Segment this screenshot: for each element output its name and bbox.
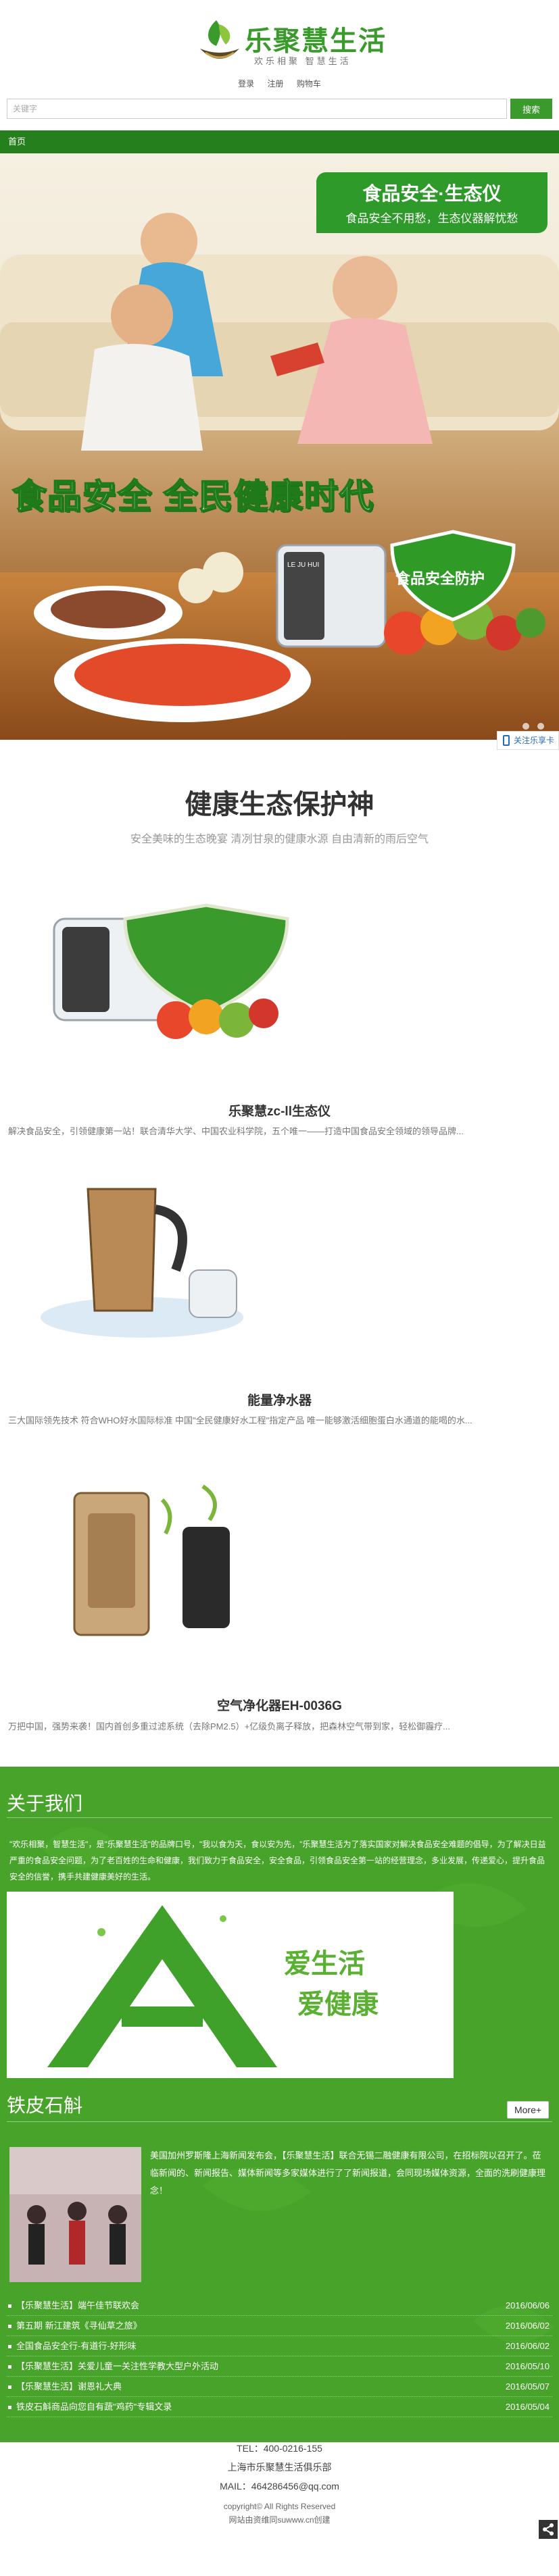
bullet-icon bbox=[8, 2325, 11, 2328]
news-item-title: 【乐聚慧生活】关爱儿童一关注性学教大型户外活动 bbox=[16, 2361, 219, 2371]
news-item-date: 2016/05/07 bbox=[505, 2381, 550, 2392]
news-item-date: 2016/06/02 bbox=[505, 2341, 550, 2351]
more-button[interactable]: More+ bbox=[507, 2101, 549, 2119]
banner-tag-subtitle: 食品安全不用愁，生态仪器解忧愁 bbox=[345, 212, 518, 225]
news-item[interactable]: 【乐聚慧生活】端午佳节联欢会 2016/06/06 bbox=[7, 2296, 552, 2316]
footer-org: 上海市乐聚慧生活俱乐部 bbox=[227, 2462, 332, 2473]
about-title: 关于我们 bbox=[7, 1793, 83, 1814]
search-input[interactable] bbox=[7, 99, 507, 119]
footer-mail: MAIL：464286456@qq.com bbox=[220, 2481, 339, 2492]
about-image: 爱生活 爱健康 bbox=[7, 1892, 454, 2078]
about-image-text-1: 爱生活 bbox=[284, 1949, 365, 1979]
news-item[interactable]: 全国食品安全行-有道行-好形味 2016/06/02 bbox=[7, 2336, 552, 2356]
news-item-date: 2016/05/10 bbox=[505, 2361, 550, 2371]
footer-credit[interactable]: 网站由资维同suwww.cn创建 bbox=[0, 2513, 559, 2527]
share-icon[interactable] bbox=[539, 2520, 558, 2539]
leaf-bowl-icon bbox=[200, 20, 239, 59]
footer-tel: TEL：400-0216-155 bbox=[237, 2443, 322, 2454]
product-desc: 解决食品安全，引领健康第一站！联合清华大学、中国农业科学院，五个唯一——打造中国… bbox=[8, 1126, 464, 1136]
register-link[interactable]: 注册 bbox=[267, 79, 283, 89]
follow-widget[interactable]: 关注乐享卡 bbox=[497, 731, 559, 750]
logo-tagline: 欢乐相聚 智慧生活 bbox=[254, 56, 351, 66]
nav-home[interactable]: 首页 bbox=[0, 130, 559, 153]
login-link[interactable]: 登录 bbox=[238, 79, 254, 89]
search-button[interactable]: 搜索 bbox=[510, 99, 552, 119]
hero-banner[interactable]: LE JU HUI 食品安全·生态仪 食品安全不用愁，生态仪器解忧愁 食品安全 … bbox=[0, 153, 559, 740]
bullet-icon bbox=[8, 2304, 11, 2308]
news-lead-text[interactable]: 美国加州罗斯隆上海新闻发布会，【乐聚慧生活】联合无锡二融健康有限公司，在招标院以… bbox=[150, 2147, 549, 2200]
bullet-icon bbox=[8, 2406, 11, 2409]
products-section-title: 健康生态保护神 bbox=[185, 790, 374, 819]
logo[interactable]: 乐聚慧生活 欢乐相聚 智慧生活 bbox=[196, 15, 385, 76]
divider bbox=[7, 2121, 552, 2122]
news-item[interactable]: 铁皮石斛商品向您自有蔬"鸡药"专辑文录 2016/05/04 bbox=[7, 2397, 552, 2417]
news-item-title: 【乐聚慧生活】谢恩礼大典 bbox=[16, 2381, 122, 2392]
bullet-icon bbox=[8, 2345, 11, 2348]
bullet-icon bbox=[8, 2365, 11, 2369]
product-image-water-purifier[interactable] bbox=[41, 1176, 270, 1344]
device-label: LE JU HUI bbox=[287, 561, 319, 569]
product-name[interactable]: 乐聚慧zc-ll生态仪 bbox=[0, 1101, 559, 1119]
product-desc: 三大国际领先技术 符合WHO好水国际标准 中国"全民健康好水工程"指定产品 唯一… bbox=[8, 1415, 472, 1425]
news-title: 铁皮石斛 bbox=[7, 2095, 83, 2116]
news-item-title: 铁皮石斛商品向您自有蔬"鸡药"专辑文录 bbox=[16, 2402, 172, 2412]
footer: TEL：400-0216-155 上海市乐聚慧生活俱乐部 MAIL：464286… bbox=[0, 2439, 559, 2527]
banner-slogan: 食品安全 全民健康时代 bbox=[11, 477, 374, 516]
top-links: 登录 注册 购物车 bbox=[0, 78, 559, 89]
follow-label: 关注乐享卡 bbox=[514, 736, 555, 745]
divider bbox=[7, 1817, 552, 1818]
about-illustration: 爱生活 爱健康 bbox=[7, 1892, 454, 2078]
news-list: 【乐聚慧生活】端午佳节联欢会 2016/06/06 第五期 新江建筑《寻仙草之旅… bbox=[7, 2296, 552, 2417]
banner-dot[interactable] bbox=[522, 723, 530, 730]
about-image-text-2: 爱健康 bbox=[297, 1990, 379, 2019]
cart-link[interactable]: 购物车 bbox=[297, 79, 321, 89]
banner-illustration: LE JU HUI bbox=[0, 153, 559, 740]
search-bar: 搜索 bbox=[7, 99, 552, 120]
product-name[interactable]: 能量净水器 bbox=[0, 1390, 559, 1409]
news-item-title: 全国食品安全行-有道行-好形味 bbox=[16, 2341, 137, 2351]
bullet-icon bbox=[8, 2385, 11, 2389]
news-item-date: 2016/06/06 bbox=[505, 2300, 550, 2310]
news-item-date: 2016/05/04 bbox=[505, 2402, 550, 2412]
product-desc: 万把中国，强势来袭！国内首创多重过滤系统（去除PM2.5）+亿级负离子释放，把森… bbox=[8, 1721, 450, 1732]
product-name[interactable]: 空气净化器EH-0036G bbox=[0, 1696, 559, 1714]
header: 乐聚慧生活 欢乐相聚 智慧生活 登录 注册 购物车 bbox=[0, 0, 559, 95]
news-item[interactable]: 【乐聚慧生活】谢恩礼大典 2016/05/07 bbox=[7, 2377, 552, 2397]
banner-dot[interactable] bbox=[537, 723, 544, 730]
banner-tag-title: 食品安全·生态仪 bbox=[362, 183, 502, 204]
products-section-subtitle: 安全美味的生态晚宴 清冽甘泉的健康水源 自由清新的雨后空气 bbox=[130, 834, 429, 845]
shield-text: 食品安全防护 bbox=[395, 570, 485, 587]
main-nav: 首页 bbox=[0, 130, 559, 153]
about-text: "欢乐相聚，智慧生活"，是"乐聚慧生活"的品牌口号，"我以食为天，食以安为先，"… bbox=[9, 1840, 546, 1882]
logo-text: 乐聚慧生活 bbox=[245, 26, 387, 56]
product-image-air-purifier[interactable] bbox=[41, 1473, 257, 1648]
phone-icon bbox=[503, 735, 510, 746]
event-photo bbox=[9, 2147, 141, 2282]
banner-tag: 食品安全·生态仪 食品安全不用愁，生态仪器解忧愁 bbox=[316, 172, 548, 233]
news-item-date: 2016/06/02 bbox=[505, 2321, 550, 2331]
news-item-title: 第五期 新江建筑《寻仙草之旅》 bbox=[16, 2321, 142, 2331]
product-image-ecology-device[interactable] bbox=[41, 892, 311, 1054]
news-item[interactable]: 【乐聚慧生活】关爱儿童一关注性学教大型户外活动 2016/05/10 bbox=[7, 2356, 552, 2377]
news-photo[interactable] bbox=[9, 2147, 141, 2282]
footer-copyright: copyright© All Rights Reserved bbox=[223, 2502, 336, 2511]
news-item-title: 【乐聚慧生活】端午佳节联欢会 bbox=[16, 2300, 140, 2310]
news-item[interactable]: 第五期 新江建筑《寻仙草之旅》 2016/06/02 bbox=[7, 2316, 552, 2336]
banner-pagination bbox=[517, 721, 544, 732]
